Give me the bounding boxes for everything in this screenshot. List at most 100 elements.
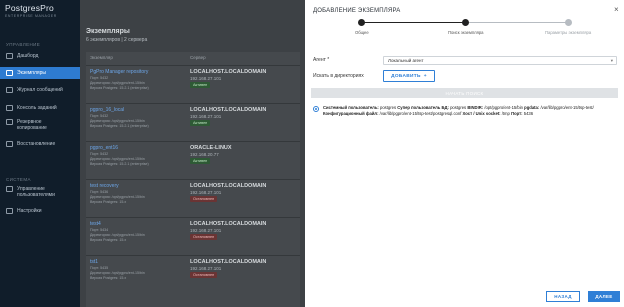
sidebar: PostgresPro ENTERPRISE MANAGER УПРАВЛЕНИ…	[0, 0, 80, 307]
table-row[interactable]: test4 Порт: 5434 Директория: /opt/pgpro/…	[86, 217, 300, 255]
sidebar-item-label: Резервное копирование	[17, 119, 47, 131]
add-instance-dialog: ДОБАВЛЕНИЕ ЭКЗЕМПЛЯРА × Общее Поиск экзе…	[305, 0, 624, 307]
sidebar-item-label: Консоль заданий	[17, 105, 57, 111]
instance-meta: Порт: 5432 Директория: /opt/pgpro/ent-15…	[90, 76, 149, 91]
sidebar-item-settings[interactable]: Настройки	[0, 206, 80, 216]
dialog-title: ДОБАВЛЕНИЕ ЭКЗЕМПЛЯРА	[313, 8, 401, 14]
result-key: pgdata:	[524, 105, 540, 110]
stepper-line-done	[361, 22, 465, 23]
sidebar-item-backup[interactable]: Резервное копирование	[0, 119, 80, 133]
server-host: LOCALHOST.LOCALDOMAIN	[190, 183, 267, 189]
instance-meta: Порт: 5435 Директория: /opt/pgpro/ent-15…	[90, 266, 145, 281]
result-value: postgres	[379, 105, 397, 110]
stepper-line-todo	[465, 22, 569, 23]
settings-icon	[6, 208, 13, 214]
agent-select[interactable]: Локальный агент ▾	[383, 56, 617, 65]
logo[interactable]: PostgresPro ENTERPRISE MANAGER	[0, 0, 80, 22]
sidebar-item-label: Управление пользователями	[17, 186, 55, 198]
instance-version: Версия Postgres: 15.x	[90, 276, 127, 280]
next-button[interactable]: ДАЛЕЕ	[588, 291, 620, 302]
server-ip: 192.168.20.77	[190, 152, 219, 157]
table-row[interactable]: pgpro_16_local Порт: 5432 Директория: /o…	[86, 103, 300, 141]
dashboard-icon	[6, 53, 13, 59]
server-ip: 192.168.27.101	[190, 114, 222, 119]
status-badge: Остановлен	[190, 272, 218, 278]
section-system: СИСТЕМА	[6, 177, 31, 182]
instance-version: Версия Postgres: 15.2.1 (enterprise)	[90, 86, 149, 90]
section-management: УПРАВЛЕНИЕ	[6, 42, 41, 47]
result-value: postgres	[450, 105, 467, 110]
server-ip: 192.168.27.101	[190, 190, 222, 195]
instances-page: Экземпляры 6 экземпляров | 2 сервера Экз…	[80, 0, 305, 307]
instance-name[interactable]: pgpro_ent16	[90, 145, 118, 151]
result-radio[interactable]	[313, 106, 319, 112]
page-title: Экземпляры	[86, 28, 130, 35]
result-line-2: Конфигурационный файл: /var/lib/pgpro/en…	[323, 111, 533, 116]
column-header-server[interactable]: Сервер	[190, 55, 206, 60]
status-badge: Остановлен	[190, 234, 218, 240]
status-badge: Активен	[190, 158, 211, 164]
start-search-button[interactable]: НАЧАТЬ ПОИСК	[311, 88, 618, 98]
instances-table: Экземпляр Сервер PgPro Manager repositor…	[86, 52, 300, 307]
sidebar-item-label: Экземпляры	[17, 70, 46, 76]
instance-meta: Порт: 5432 Директория: /opt/pgpro/ent-15…	[90, 152, 149, 167]
server-host: LOCALHOST.LOCALDOMAIN	[190, 259, 267, 265]
console-icon	[6, 105, 13, 111]
sidebar-item-console[interactable]: Консоль заданий	[0, 103, 80, 113]
result-value: /var/lib/pgpro/ent-15/tsp-test/	[540, 105, 594, 110]
instance-meta: Порт: 5436 Директория: /opt/pgpro/ent-15…	[90, 190, 145, 205]
sidebar-item-log[interactable]: Журнал сообщений	[0, 85, 80, 95]
status-badge: Активен	[190, 82, 211, 88]
table-row[interactable]: tst1 Порт: 5435 Директория: /opt/pgpro/e…	[86, 255, 300, 293]
agent-select-value: Локальный агент	[388, 58, 424, 63]
column-header-instance[interactable]: Экземпляр	[90, 55, 113, 60]
agent-label: Агент *	[313, 57, 330, 63]
result-key: Порт:	[511, 111, 523, 116]
page-subtitle: 6 экземпляров | 2 сервера	[86, 37, 148, 43]
sidebar-item-label: Дашборд	[17, 53, 39, 59]
step-current-icon	[462, 19, 469, 26]
sidebar-item-restore[interactable]: Восстановление	[0, 139, 80, 149]
sidebar-item-users[interactable]: Управление пользователями	[0, 186, 80, 200]
sidebar-item-dashboard[interactable]: Дашборд	[0, 51, 80, 61]
instance-name[interactable]: PgPro Manager repository	[90, 69, 148, 75]
step-label-search: Поиск экземпляра	[448, 30, 484, 35]
back-button[interactable]: НАЗАД	[546, 291, 580, 302]
table-row[interactable]: pgpro_ent16 Порт: 5432 Директория: /opt/…	[86, 141, 300, 179]
add-directory-label: ДОБАВИТЬ	[391, 73, 421, 79]
server-ip: 192.168.27.101	[190, 76, 222, 81]
instance-name[interactable]: pgpro_16_local	[90, 107, 124, 113]
search-dirs-label: Искать в директориях	[313, 73, 364, 79]
sidebar-item-label: Настройки	[17, 208, 42, 214]
server-ip: 192.168.27.101	[190, 228, 222, 233]
step-label-general: Общее	[355, 30, 369, 35]
table-row[interactable]: PgPro Manager repository Порт: 5432 Дире…	[86, 65, 300, 103]
instance-name[interactable]: test recovery	[90, 183, 119, 189]
plus-icon: +	[423, 73, 427, 79]
instance-meta: Порт: 5434 Директория: /opt/pgpro/ent-15…	[90, 228, 145, 243]
instances-icon	[6, 70, 13, 76]
sidebar-item-instances[interactable]: Экземпляры	[0, 67, 80, 79]
result-value: /opt/pgpro/ent-15/bin	[484, 105, 523, 110]
result-key: BINDIR:	[467, 105, 484, 110]
server-host: LOCALHOST.LOCALDOMAIN	[190, 107, 267, 113]
result-key: Супер пользователь БД:	[397, 105, 449, 110]
instance-name[interactable]: test4	[90, 221, 101, 227]
server-ip: 192.168.27.101	[190, 266, 222, 271]
add-directory-button[interactable]: ДОБАВИТЬ +	[383, 70, 435, 82]
instance-version: Версия Postgres: 15.2.1 (enterprise)	[90, 124, 149, 128]
restore-icon	[6, 141, 13, 147]
log-icon	[6, 87, 13, 93]
instance-version: Версия Postgres: 15.x	[90, 238, 127, 242]
close-icon[interactable]: ×	[614, 5, 619, 14]
logo-title: PostgresPro	[5, 3, 54, 13]
result-value: /var/lib/pgpro/ent-15/tsp-test/postgresq…	[379, 111, 462, 116]
instance-meta: Порт: 5432 Директория: /opt/pgpro/ent-15…	[90, 114, 149, 129]
instance-name[interactable]: tst1	[90, 259, 98, 265]
server-host: ORACLE-LINUX	[190, 145, 232, 151]
result-key: Хост / Unix socket:	[462, 111, 501, 116]
backup-icon	[6, 119, 13, 125]
table-row[interactable]: test recovery Порт: 5436 Директория: /op…	[86, 179, 300, 217]
result-key: Конфигурационный файл:	[323, 111, 379, 116]
result-value: /tmp	[501, 111, 510, 116]
